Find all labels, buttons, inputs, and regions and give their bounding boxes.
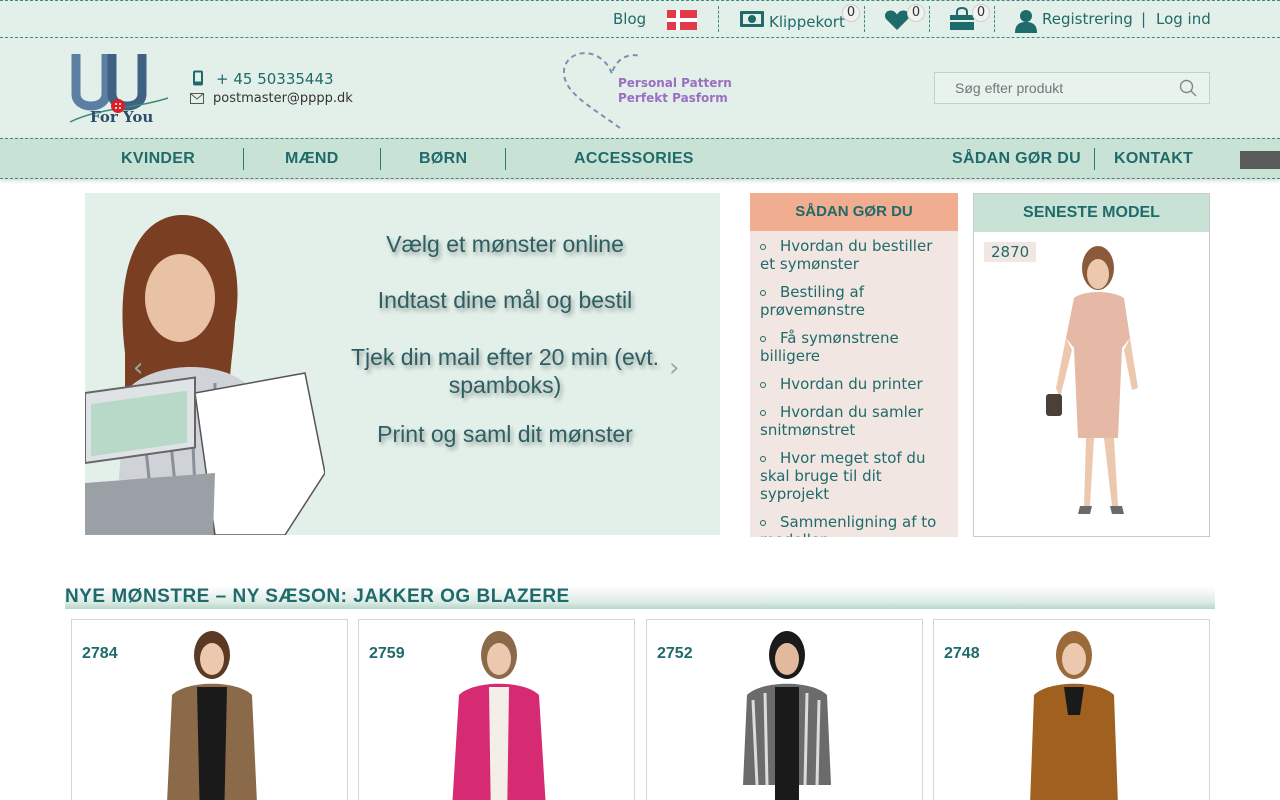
how-to-item-label[interactable]: Bestiling af prøvemønstre — [760, 283, 865, 319]
bullet-icon — [760, 289, 766, 296]
nav-divider — [1094, 148, 1095, 170]
search-box — [934, 72, 1210, 104]
latest-model-title: SENESTE MODEL — [974, 194, 1209, 232]
header: For You + 45 50335443 postmaster@pppp.dk… — [0, 38, 1280, 138]
divider — [864, 6, 865, 32]
product-number: 2759 — [369, 645, 405, 662]
phone-number[interactable]: + 45 50335443 — [216, 70, 334, 88]
register-link[interactable]: Registrering — [1042, 10, 1133, 28]
nav-item-kontakt[interactable]: KONTAKT — [1114, 150, 1193, 168]
latest-model-panel[interactable]: SENESTE MODEL 2870 — [973, 193, 1210, 537]
bullet-icon — [760, 243, 766, 250]
mail-icon — [190, 93, 204, 104]
nav-divider — [505, 148, 506, 170]
hero-banner[interactable]: Vælg et mønster online Indtast dine mål … — [85, 193, 720, 535]
how-to-title: SÅDAN GØR DU — [750, 193, 958, 231]
product-image[interactable] — [1004, 625, 1144, 800]
nav-divider — [380, 148, 381, 170]
klippekort-count-badge: 0 — [842, 4, 860, 22]
tagline-line1: Personal Pattern — [618, 76, 732, 90]
user-icon[interactable] — [1014, 9, 1038, 33]
side-tab[interactable] — [1240, 151, 1280, 169]
cart-count-badge: 0 — [972, 4, 990, 22]
search-input[interactable] — [935, 73, 1165, 103]
product-card[interactable]: 2752 — [646, 619, 923, 800]
top-bar: Blog Klippekort 0 0 0 Registrering | Log… — [0, 0, 1280, 38]
link-divider: | — [1141, 10, 1147, 28]
phone-icon — [193, 70, 203, 86]
klippekort-link[interactable]: Klippekort — [769, 13, 845, 31]
nav-item-saadan-goer-du[interactable]: SÅDAN GØR DU — [952, 150, 1081, 168]
banner-line: Vælg et mønster online — [386, 231, 624, 257]
how-to-item-label[interactable]: Hvordan du samler snitmønstret — [760, 403, 923, 439]
nav-item-kvinder[interactable]: KVINDER — [121, 150, 195, 168]
product-card[interactable]: 2759 — [358, 619, 635, 800]
how-to-item-label[interactable]: Hvor meget stof du skal bruge til dit sy… — [760, 449, 925, 503]
product-image[interactable] — [142, 625, 282, 800]
wishlist-count-badge: 0 — [907, 4, 925, 22]
how-to-list: Hvordan du bestiller et symønster Bestil… — [750, 231, 958, 537]
blog-link[interactable]: Blog — [613, 10, 646, 28]
how-to-item-label[interactable]: Sammenligning af to modeller — [760, 513, 936, 537]
product-card[interactable]: 2748 — [933, 619, 1210, 800]
banner-next-arrow-icon[interactable]: › — [669, 353, 679, 383]
tagline-line2: Perfekt Pasform — [618, 91, 728, 105]
section-title: NYE MØNSTRE – NY SÆSON: JAKKER OG BLAZER… — [65, 586, 1215, 609]
divider — [929, 6, 930, 32]
product-number: 2748 — [944, 645, 980, 662]
main-nav: KVINDER MÆND BØRN ACCESSORIES SÅDAN GØR … — [0, 138, 1280, 179]
product-card[interactable]: 2784 — [71, 619, 348, 800]
bullet-icon — [760, 409, 766, 416]
divider — [994, 6, 995, 32]
logo-text: For You — [90, 108, 154, 126]
money-icon[interactable] — [739, 10, 765, 28]
tagline: Personal Pattern Perfekt Pasform — [618, 76, 732, 106]
email-address[interactable]: postmaster@pppp.dk — [213, 91, 353, 106]
latest-model-number: 2870 — [984, 242, 1037, 262]
how-to-item[interactable]: Sammenligning af to modeller — [760, 513, 952, 537]
banner-line: Tjek din mail efter 20 min (evt. spambok… — [350, 344, 660, 398]
banner-prev-arrow-icon[interactable]: ‹ — [133, 353, 143, 383]
bullet-icon — [760, 519, 766, 526]
bullet-icon — [760, 381, 766, 388]
banner-line: Indtast dine mål og bestil — [377, 287, 633, 313]
nav-item-maend[interactable]: MÆND — [285, 150, 339, 168]
nav-item-boern[interactable]: BØRN — [419, 150, 467, 168]
search-icon[interactable] — [1179, 79, 1197, 97]
product-image[interactable] — [717, 625, 857, 800]
danish-flag-icon[interactable] — [667, 10, 697, 30]
how-to-item-label[interactable]: Hvordan du printer — [780, 375, 923, 393]
how-to-panel: SÅDAN GØR DU Hvordan du bestiller et sym… — [750, 193, 958, 537]
nav-item-accessories[interactable]: ACCESSORIES — [574, 150, 694, 168]
shopping-bag-icon[interactable] — [949, 7, 975, 31]
bullet-icon — [760, 455, 766, 462]
divider — [718, 6, 719, 32]
how-to-item[interactable]: Hvor meget stof du skal bruge til dit sy… — [760, 449, 952, 503]
product-number: 2752 — [657, 645, 693, 662]
how-to-item-label[interactable]: Hvordan du bestiller et symønster — [760, 237, 932, 273]
banner-woman-laptop-image — [85, 214, 325, 535]
how-to-item[interactable]: Hvordan du printer — [760, 375, 952, 393]
how-to-item[interactable]: Hvordan du samler snitmønstret — [760, 403, 952, 439]
how-to-item[interactable]: Hvordan du bestiller et symønster — [760, 237, 952, 273]
how-to-item[interactable]: Bestiling af prøvemønstre — [760, 283, 952, 319]
model-dress-image[interactable] — [1034, 238, 1154, 536]
how-to-item[interactable]: Få symønstrene billigere — [760, 329, 952, 365]
how-to-item-label[interactable]: Få symønstrene billigere — [760, 329, 899, 365]
nav-divider — [243, 148, 244, 170]
bullet-icon — [760, 335, 766, 342]
product-number: 2784 — [82, 645, 118, 662]
product-image[interactable] — [429, 625, 569, 800]
login-link[interactable]: Log ind — [1156, 10, 1211, 28]
banner-line: Print og saml dit mønster — [377, 421, 633, 447]
